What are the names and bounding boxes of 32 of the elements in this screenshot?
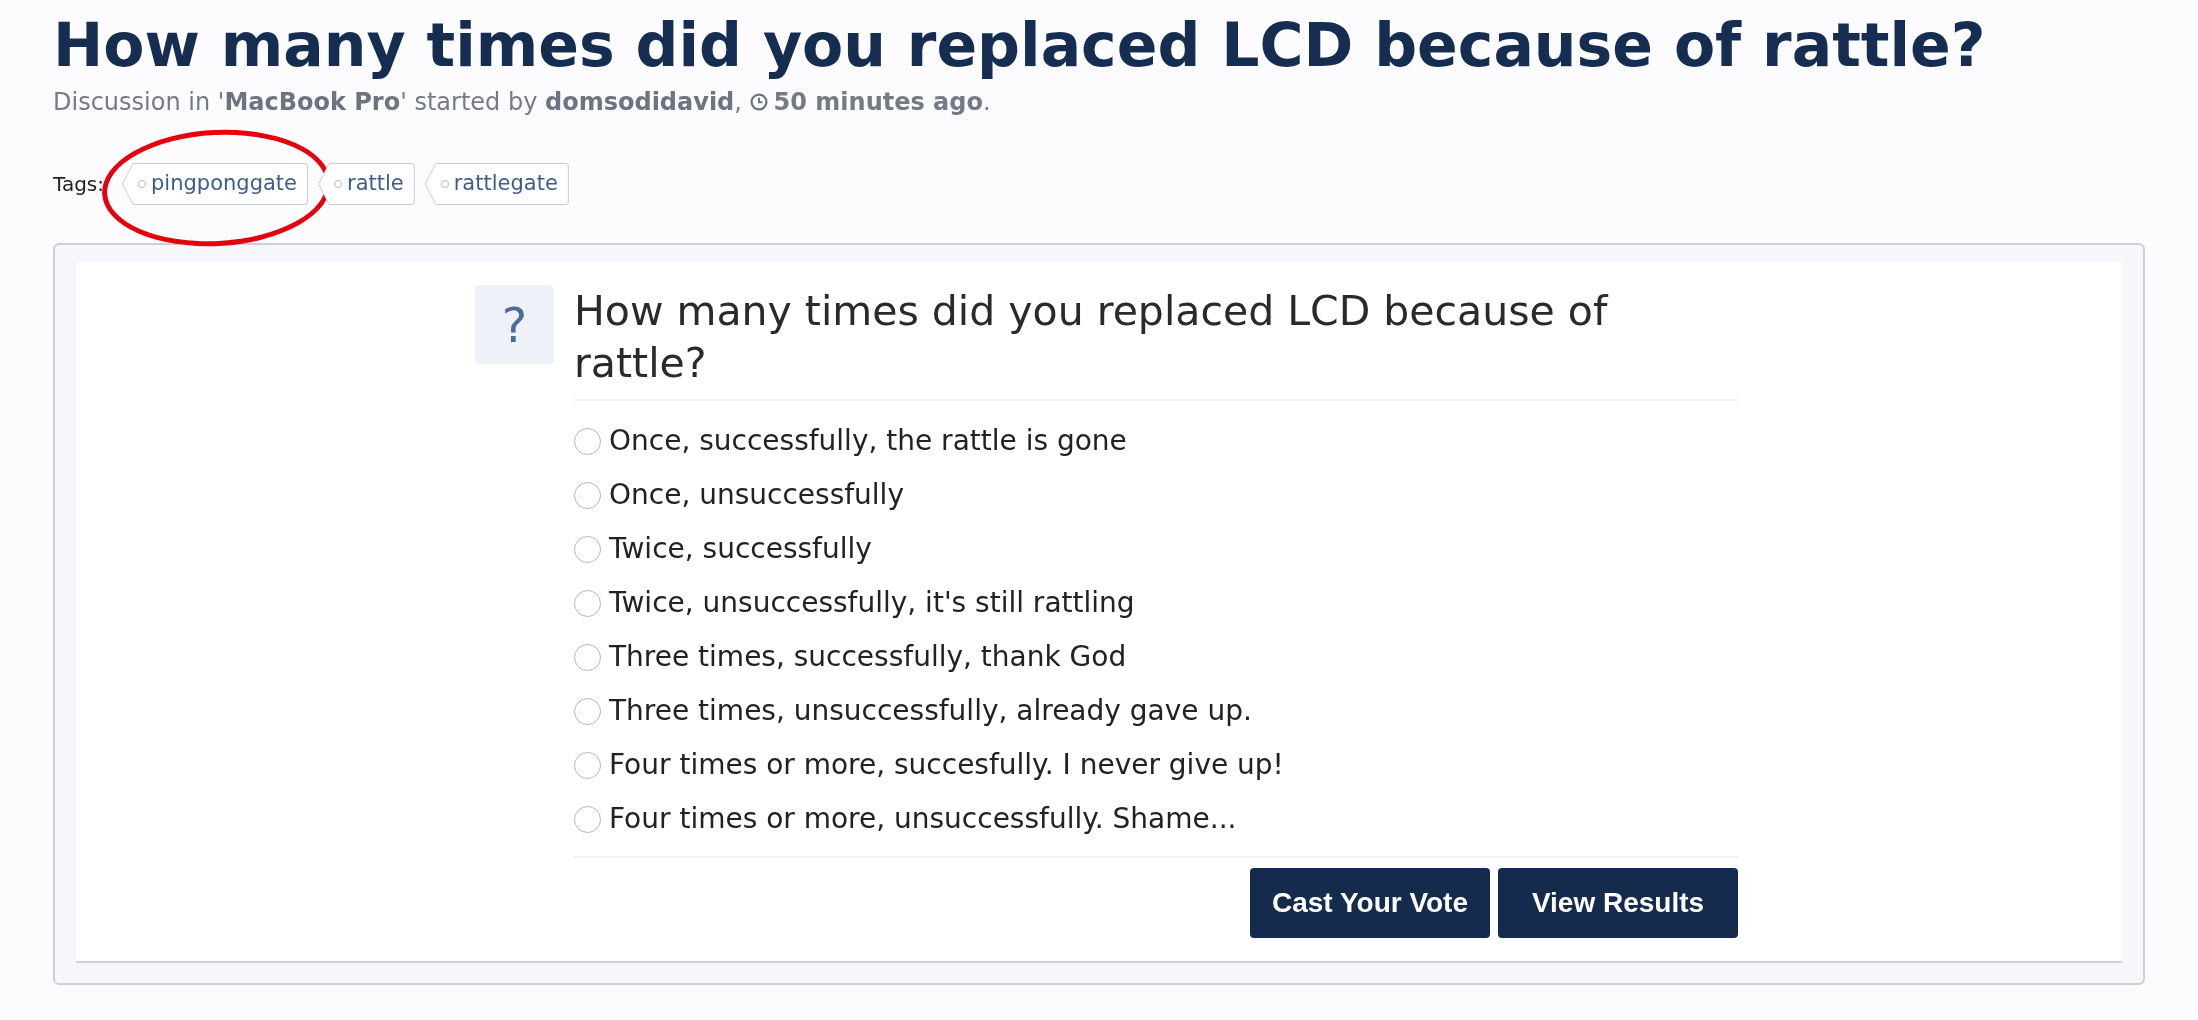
option-label[interactable]: Three times, unsuccessfully, already gave up. xyxy=(609,690,1252,732)
view-results-button[interactable]: View Results xyxy=(1498,868,1738,938)
hole-icon xyxy=(334,180,342,188)
tag-link[interactable]: rattlegate xyxy=(424,163,569,205)
radio-button[interactable] xyxy=(574,481,601,509)
radio-button[interactable] xyxy=(574,427,601,455)
clock-icon xyxy=(749,93,768,111)
cast-vote-button[interactable]: Cast Your Vote xyxy=(1250,868,1490,938)
hole-icon xyxy=(440,180,449,188)
thread-meta: Discussion in 'MacBook Pro' started by domsodidavid, 50 minutes ago. xyxy=(53,87,991,118)
option-label[interactable]: Once, successfully, the rattle is gone xyxy=(609,420,1127,462)
radio-button[interactable] xyxy=(574,589,601,617)
question-icon: ? xyxy=(475,285,554,364)
option-label[interactable]: Four times or more, succesfully. I never give up! xyxy=(609,744,1284,786)
option-label[interactable]: Four times or more, unsuccessfully. Shame... xyxy=(609,798,1237,840)
option-label[interactable]: Three times, successfully, thank God xyxy=(609,636,1127,678)
tags-label: Tags: xyxy=(53,171,104,198)
poll-question: How many times did you replaced LCD because of rattle? xyxy=(574,286,1610,389)
tag-link[interactable]: pingponggate xyxy=(122,163,308,205)
radio-button[interactable] xyxy=(574,535,601,563)
author-link[interactable]: domsodidavid xyxy=(545,88,735,116)
thread-title: How many times did you replaced LCD because of rattle? xyxy=(53,9,1986,82)
hole-icon xyxy=(138,180,146,188)
radio-button[interactable] xyxy=(574,697,601,725)
radio-button[interactable] xyxy=(574,805,601,833)
radio-button[interactable] xyxy=(574,643,601,671)
forum-link[interactable]: MacBook Pro xyxy=(224,88,401,116)
option-label[interactable]: Twice, unsuccessfully, it's still rattling xyxy=(609,582,1135,624)
option-label[interactable]: Once, unsuccessfully xyxy=(609,474,904,516)
option-label[interactable]: Twice, successfully xyxy=(609,528,872,570)
tag-link[interactable]: rattle xyxy=(318,163,415,205)
radio-button[interactable] xyxy=(574,751,601,779)
